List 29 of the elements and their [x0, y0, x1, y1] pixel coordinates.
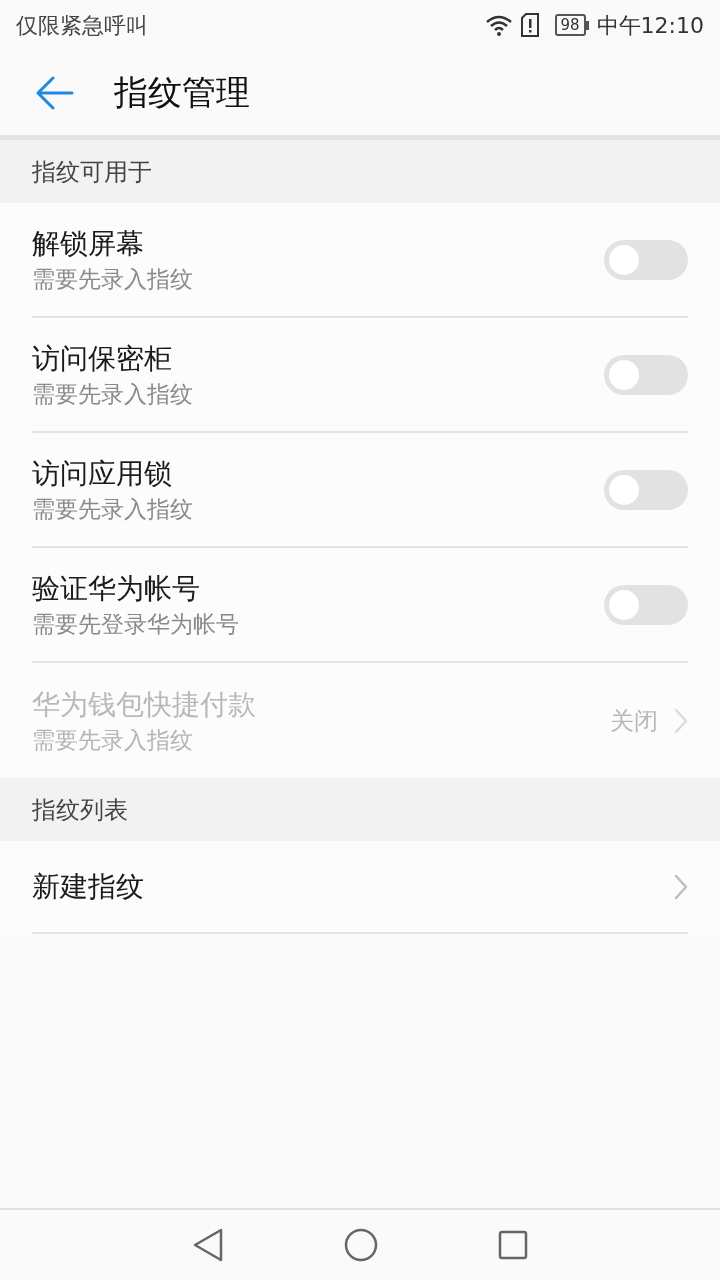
setting-title: 新建指纹 — [32, 868, 144, 905]
toggle-switch[interactable] — [604, 354, 688, 395]
clock: 中午12:10 — [596, 11, 704, 40]
wifi-icon — [484, 14, 513, 36]
back-nav-icon[interactable] — [192, 1228, 224, 1262]
setting-title: 访问应用锁 — [32, 455, 173, 492]
page-title: 指纹管理 — [114, 71, 250, 114]
back-button[interactable] — [36, 75, 74, 110]
setting-subtitle: 需要先录入指纹 — [32, 494, 193, 524]
setting-subtitle: 需要先录入指纹 — [32, 725, 194, 755]
setting-title: 解锁屏幕 — [32, 225, 145, 262]
setting-subtitle: 需要先录入指纹 — [32, 379, 193, 409]
setting-value: 关闭 — [610, 705, 658, 737]
setting-title: 验证华为帐号 — [32, 570, 201, 607]
toggle-switch[interactable] — [604, 469, 688, 510]
recents-nav-icon[interactable] — [498, 1230, 528, 1260]
setting-subtitle: 需要先登录华为帐号 — [32, 609, 239, 639]
setting-subtitle: 需要先录入指纹 — [32, 264, 193, 294]
sim-alert-icon — [520, 13, 539, 37]
back-arrow-icon — [36, 75, 74, 110]
toggle-switch[interactable] — [604, 584, 688, 625]
section-header: 指纹列表 — [32, 794, 128, 826]
toggle-switch[interactable] — [604, 239, 688, 280]
home-nav-icon[interactable] — [344, 1228, 378, 1262]
carrier-status: 仅限紧急呼叫 — [16, 11, 148, 40]
setting-title: 华为钱包快捷付款 — [32, 686, 256, 723]
setting-title: 访问保密柜 — [32, 340, 173, 377]
section-header: 指纹可用于 — [32, 156, 152, 188]
battery-indicator: 98 — [554, 14, 589, 36]
